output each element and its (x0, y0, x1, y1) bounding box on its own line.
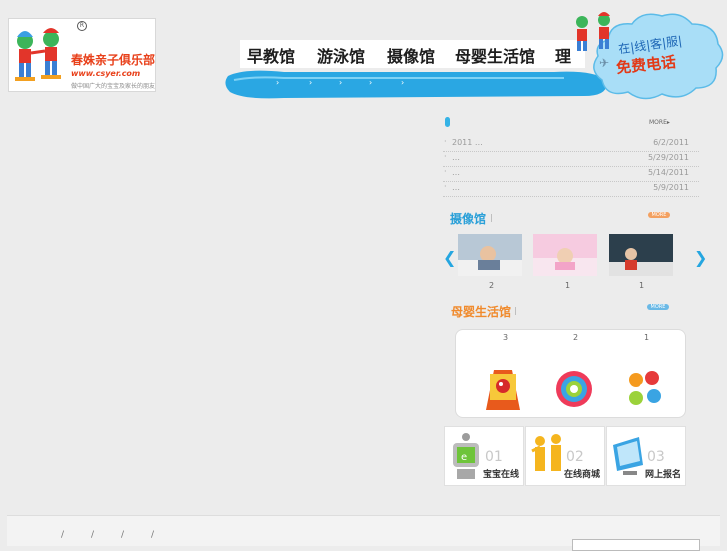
product-count-3: 1 (644, 333, 650, 342)
tile-online-signup[interactable]: 03 网上报名 (606, 426, 686, 486)
photo-more-link[interactable]: MORE (648, 212, 670, 218)
title-divider: | (514, 306, 517, 315)
sub-nav-arrow-4[interactable]: › (369, 78, 372, 87)
news-date: 6/2/2011 (653, 138, 689, 147)
registered-mark: R (77, 21, 87, 31)
news-title: … (452, 168, 460, 177)
main-nav: 早教馆 游泳馆 摄像馆 母婴生活馆 理 (240, 40, 585, 68)
tile-label: 网上报名 (645, 470, 682, 480)
tile-number: 01 (485, 449, 503, 465)
news-item[interactable]: · … 5/14/2011 (443, 166, 699, 182)
svg-text:e: e (461, 452, 467, 463)
news-date: 5/14/2011 (647, 168, 689, 177)
photo-count-3: 1 (639, 281, 645, 290)
photo-next-icon[interactable]: ❯ (694, 248, 707, 267)
nav-wave-bar (225, 70, 607, 99)
photo-prev-icon[interactable]: ❮ (443, 248, 456, 267)
news-title: … (452, 183, 460, 192)
news-item[interactable]: · … 5/9/2011 (443, 181, 699, 197)
nav-item-photography[interactable]: 摄像馆 (387, 43, 435, 67)
footer-search-input[interactable] (572, 539, 700, 551)
tile-baby-online[interactable]: e 01 宝宝在线 (444, 426, 524, 486)
footer-separator: / (91, 530, 95, 540)
news-item[interactable]: · … 5/29/2011 (443, 151, 699, 167)
photo-thumb-1[interactable] (458, 234, 522, 276)
news-header-icon (445, 117, 450, 127)
nav-item-swimming[interactable]: 游泳馆 (317, 43, 365, 67)
product-count-2: 2 (573, 333, 579, 342)
nav-item-mother-baby[interactable]: 母婴生活馆 (455, 43, 535, 67)
title-divider: | (490, 213, 493, 222)
tile-label: 宝宝在线 (483, 470, 520, 480)
news-more-link[interactable]: MORE▸ (649, 119, 670, 126)
plane-icon: ✈ (599, 56, 610, 70)
news-item[interactable]: · 2011 … 6/2/2011 (443, 136, 699, 152)
nav-item-early-education[interactable]: 早教馆 (247, 43, 295, 67)
tile-number: 02 (566, 449, 584, 465)
news-title: 2011 … (452, 138, 483, 147)
photo-section-title: 摄像馆 (450, 212, 487, 226)
brand-logo[interactable]: R 春姝亲子俱乐部 www.csyer.com 做中国广大的宝宝及家长的朋友 (8, 18, 156, 92)
sub-nav-arrow-1[interactable]: › (276, 78, 279, 87)
family-icon (531, 434, 561, 471)
brand-name: 春姝亲子俱乐部 (71, 53, 156, 67)
news-title: … (452, 153, 460, 162)
tile-online-mall[interactable]: 02 在线商城 (525, 426, 605, 486)
brand-url: www.csyer.com (71, 69, 141, 78)
toy-easel-icon[interactable] (480, 366, 526, 412)
robot-icon: e (453, 433, 479, 479)
photo-count-1: 2 (489, 281, 495, 290)
photo-thumb-3[interactable] (609, 234, 673, 276)
tile-number: 03 (647, 449, 665, 465)
footer-separator: / (121, 530, 125, 540)
nav-item-more[interactable]: 理 (555, 43, 571, 67)
tile-label: 在线商城 (564, 470, 601, 480)
brand-tagline: 做中国广大的宝宝及家长的朋友 (71, 83, 156, 90)
life-section-title: 母婴生活馆 (451, 305, 512, 319)
kids-logo-icon (15, 28, 61, 81)
monitor-icon (613, 437, 643, 475)
sub-nav-arrow-3[interactable]: › (339, 78, 342, 87)
life-more-link[interactable]: MORE (647, 304, 669, 310)
footer-separator: / (151, 530, 155, 540)
news-date: 5/9/2011 (653, 183, 689, 192)
product-count-1: 3 (503, 333, 509, 342)
sub-nav-arrow-2[interactable]: › (309, 78, 312, 87)
toy-ring-icon[interactable] (551, 368, 597, 410)
photo-count-2: 1 (565, 281, 571, 290)
news-date: 5/29/2011 (647, 153, 689, 162)
sub-nav-arrow-5[interactable]: › (401, 78, 404, 87)
photo-thumb-2[interactable] (533, 234, 597, 276)
footer-separator: / (61, 530, 65, 540)
toy-rattle-icon[interactable] (622, 366, 666, 410)
